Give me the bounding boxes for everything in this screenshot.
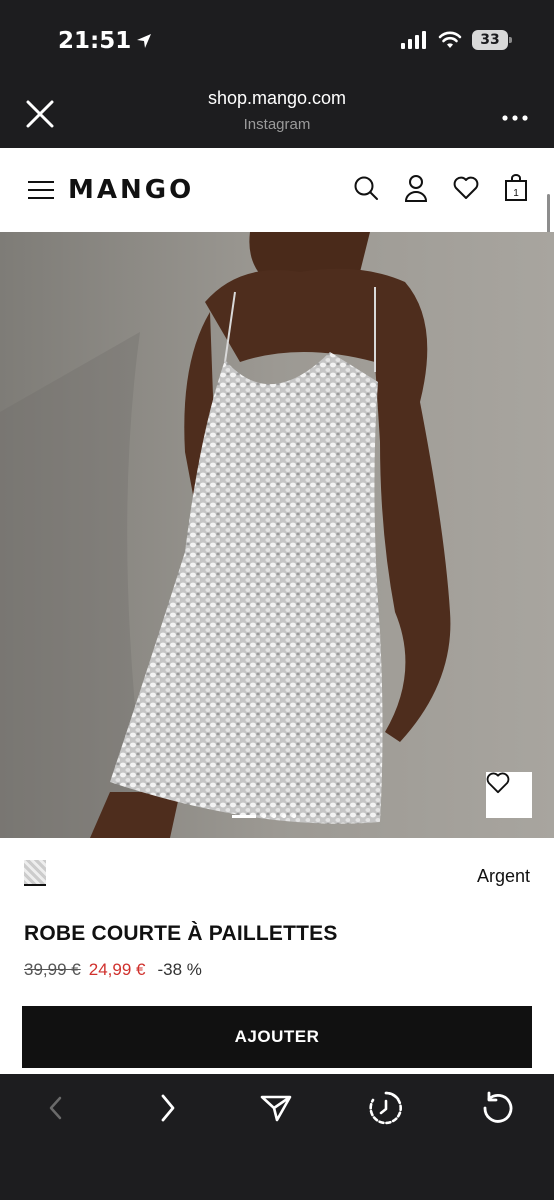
back-button[interactable] (36, 1088, 76, 1128)
browser-toolbar (0, 1074, 554, 1200)
product-image[interactable] (0, 232, 554, 838)
hamburger-icon (28, 181, 54, 183)
chevron-right-icon (161, 1094, 175, 1122)
heart-icon (453, 176, 479, 199)
carousel-indicator[interactable] (232, 814, 296, 818)
share-icon (260, 1095, 292, 1122)
status-bar: 21:51 33 (0, 0, 554, 82)
more-button[interactable] (502, 102, 528, 128)
browser-header: shop.mango.com Instagram (0, 82, 554, 148)
forward-button[interactable] (148, 1088, 188, 1128)
screen: 21:51 33 shop.mango.com Instagram MANGO … (0, 0, 554, 1200)
more-icon (502, 115, 528, 121)
shopping-bag-icon: 1 (505, 174, 527, 201)
search-icon (354, 176, 378, 200)
carousel-dot[interactable] (262, 814, 266, 818)
wishlist-button[interactable] (452, 174, 480, 202)
account-button[interactable] (402, 174, 430, 202)
sale-price: 24,99 € (88, 960, 146, 979)
add-to-wishlist-button[interactable] (486, 772, 532, 818)
reload-icon (483, 1091, 513, 1123)
history-icon (369, 1091, 402, 1125)
color-selector: Argent (0, 838, 554, 914)
color-swatch-selected[interactable] (24, 860, 46, 886)
status-time: 21:51 (58, 28, 153, 54)
product-title: ROBE COURTE À PAILLETTES (24, 922, 338, 945)
menu-button[interactable] (28, 181, 54, 199)
site-header: MANGO 1 (0, 148, 554, 232)
reload-button[interactable] (478, 1088, 518, 1128)
product-photo-illustration (0, 232, 554, 838)
battery-level: 33 (480, 32, 500, 48)
carousel-dot[interactable] (292, 814, 296, 818)
location-arrow-icon (137, 34, 152, 48)
price-row: 39,99 € 24,99 € -38 % (24, 960, 202, 980)
original-price: 39,99 € (24, 960, 81, 979)
heart-icon (486, 772, 510, 794)
header-actions: 1 (352, 174, 530, 202)
carousel-dot[interactable] (282, 814, 286, 818)
carousel-dot[interactable] (272, 814, 276, 818)
color-name: Argent (476, 866, 530, 886)
search-button[interactable] (352, 174, 380, 202)
chevron-left-icon (49, 1096, 62, 1120)
status-time-text: 21:51 (58, 28, 132, 54)
browser-source: Instagram (243, 116, 311, 133)
wifi-icon (438, 31, 462, 48)
user-icon (404, 175, 428, 202)
carousel-dot-active[interactable] (232, 814, 256, 818)
status-indicators: 33 (400, 30, 512, 50)
cart-button[interactable]: 1 (502, 174, 530, 202)
history-button[interactable] (366, 1088, 406, 1128)
brand-logo[interactable]: MANGO (68, 175, 194, 205)
signal-icon (401, 31, 426, 49)
discount-badge: -38 % (157, 960, 202, 979)
hamburger-line (28, 197, 54, 199)
cart-count: 1 (513, 188, 519, 199)
battery-indicator: 33 (472, 30, 512, 50)
hamburger-line (28, 189, 54, 191)
share-button[interactable] (256, 1088, 296, 1128)
add-to-cart-button[interactable]: AJOUTER (22, 1006, 532, 1068)
web-page: MANGO 1 Argent ROBE COURTE À PAILLETTES … (0, 148, 554, 1074)
browser-url: shop.mango.com (207, 88, 347, 108)
